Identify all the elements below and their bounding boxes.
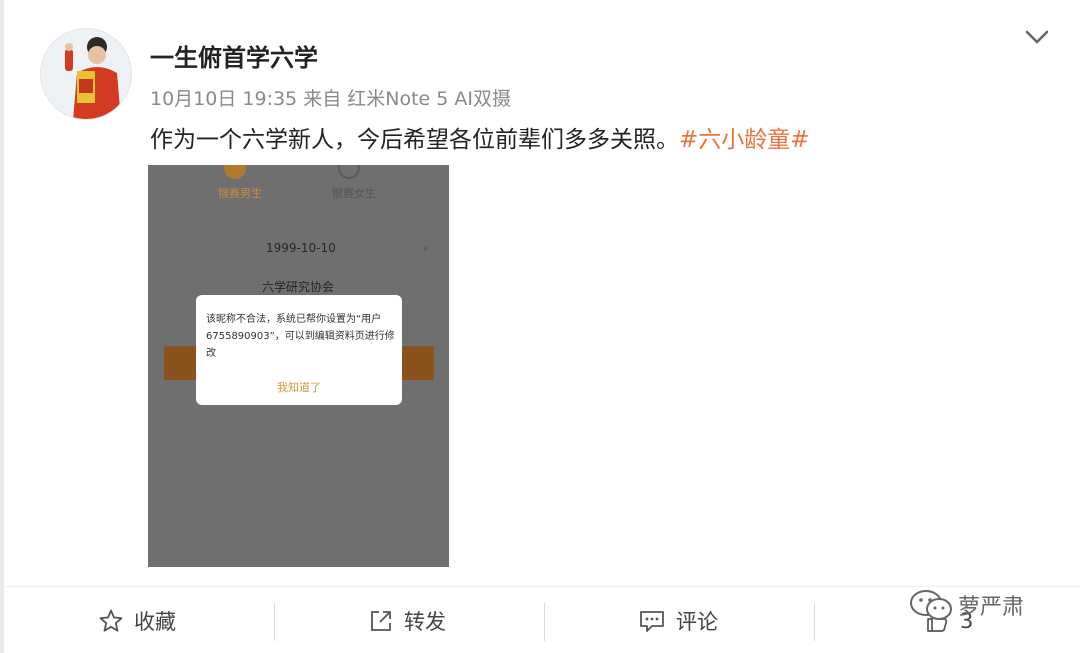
comment-label: 评论 [676,609,718,634]
post-image[interactable]: 猴赛男生 猴赛女生 1999-10-10 ∨ 六学研究协会 该昵称不合法，系统已… [148,165,449,567]
org-value: 六学研究协会 [262,280,335,294]
divider [814,603,815,641]
comment-button[interactable]: 评论 [638,587,718,653]
favorite-label: 收藏 [134,609,176,634]
watermark-text: 萝严肃 [958,595,1025,620]
post-body: 作为一个六学新人，今后希望各位前辈们多多关照。 [150,127,679,153]
dialog-ok-button: 我知道了 [277,381,321,394]
repost-button[interactable]: 转发 [368,587,446,653]
hashtag-link[interactable]: #六小龄童# [679,127,810,153]
alert-dialog: 该昵称不合法，系统已帮你设置为“用户6755890903”，可以到编辑资料页进行… [196,295,402,405]
post-text: 作为一个六学新人，今后希望各位前辈们多多关照。#六小龄童# [150,120,810,154]
wechat-icon [910,590,952,620]
star-icon [99,609,123,632]
divider [544,603,545,641]
watermark: 萝严肃 [906,588,1024,622]
avatar[interactable] [40,28,132,120]
gender-male-label: 猴赛男生 [218,187,262,200]
male-face-icon [224,165,246,179]
chevron-down-icon[interactable] [1022,26,1052,48]
birthday-value: 1999-10-10 [266,241,336,255]
gender-female-label: 猴赛女生 [332,187,376,200]
post-meta: 10月10日 19:35 来自 红米Note 5 AI双摄 [150,88,511,110]
left-edge [0,0,4,653]
favorite-button[interactable]: 收藏 [98,587,176,653]
repost-label: 转发 [404,609,446,634]
female-face-icon [338,165,360,179]
author-name[interactable]: 一生俯首学六学 [150,38,318,73]
divider [274,603,275,641]
chevron-icon: ∨ [422,243,430,254]
comment-icon [640,610,664,632]
dialog-message: 该昵称不合法，系统已帮你设置为“用户6755890903”，可以到编辑资料页进行… [206,314,395,359]
share-icon [371,610,391,631]
